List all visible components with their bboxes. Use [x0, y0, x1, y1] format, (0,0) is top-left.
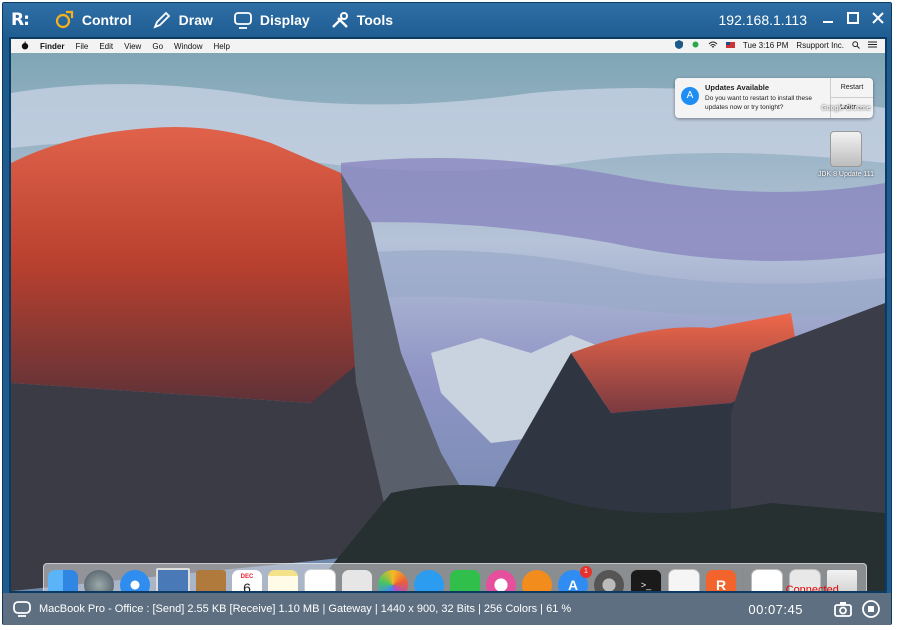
- app-store-dock-icon[interactable]: A 1: [558, 566, 592, 591]
- menu-help[interactable]: Help: [213, 42, 229, 51]
- connection-info: MacBook Pro - Office : [Send] 2.55 KB [R…: [39, 603, 572, 615]
- menubar-status-area: Tue 3:16 PM Rsupport Inc.: [667, 40, 877, 51]
- messages-icon[interactable]: [414, 570, 444, 591]
- minimize-icon[interactable]: [821, 11, 835, 25]
- rsupport-icon[interactable]: R: [706, 570, 736, 591]
- pen-icon: [152, 10, 172, 30]
- remote-screen[interactable]: Finder File Edit View Go Window Help Tue…: [9, 37, 887, 593]
- desktop-icon-label: JDK 8 Update 111: [817, 171, 875, 178]
- menu-file[interactable]: File: [75, 42, 88, 51]
- draw-button[interactable]: Draw: [152, 10, 213, 30]
- gear-green-icon[interactable]: [691, 40, 700, 51]
- calendar-day: 6: [243, 580, 251, 593]
- textedit-icon[interactable]: [668, 569, 700, 591]
- dock-divider: [742, 570, 743, 591]
- notification-buttons: Restart Later ⌄: [830, 78, 873, 118]
- tools-label: Tools: [356, 12, 393, 28]
- mac-dock: DEC 6 A 1 >_ R Connected...: [43, 563, 867, 593]
- display-label: Display: [259, 12, 310, 28]
- dock-badge: 1: [580, 566, 592, 578]
- close-icon[interactable]: [871, 11, 885, 25]
- mac-clock[interactable]: Tue 3:16 PM: [743, 41, 789, 50]
- display-button[interactable]: Display: [233, 10, 310, 30]
- draw-label: Draw: [178, 12, 213, 28]
- remote-viewer-window: R: Control Draw Display Tools 192.168.1.…: [2, 2, 892, 625]
- desktop-icon-google-chrome[interactable]: Google Chrome: [811, 105, 881, 112]
- mac-menubar: Finder File Edit View Go Window Help Tue…: [11, 39, 885, 54]
- notification-message: Do you want to restart to install these …: [705, 95, 812, 111]
- app-logo: R:: [11, 10, 30, 30]
- spotlight-icon[interactable]: [852, 40, 860, 51]
- system-preferences-icon[interactable]: [594, 570, 624, 591]
- session-timer: 00:07:45: [748, 602, 803, 617]
- stop-icon[interactable]: [861, 599, 881, 619]
- calendar-icon[interactable]: DEC 6: [232, 570, 262, 593]
- mail-icon[interactable]: [156, 568, 190, 591]
- maximize-icon[interactable]: [846, 11, 860, 25]
- status-bar: MacBook Pro - Office : [Send] 2.55 KB [R…: [3, 593, 891, 625]
- notes-icon[interactable]: [268, 570, 298, 591]
- menu-go[interactable]: Go: [152, 42, 163, 51]
- notification-title: Updates Available: [705, 83, 770, 92]
- desktop-icon-label: Google Chrome: [821, 105, 871, 112]
- preview-icon[interactable]: [342, 570, 372, 591]
- menu-view[interactable]: View: [124, 42, 141, 51]
- menu-edit[interactable]: Edit: [99, 42, 113, 51]
- facetime-icon[interactable]: [450, 570, 480, 591]
- finder-icon[interactable]: [48, 570, 78, 591]
- toolbar: R: Control Draw Display Tools 192.168.1.…: [3, 3, 891, 37]
- control-icon: [55, 10, 75, 30]
- tools-button[interactable]: Tools: [330, 10, 393, 30]
- itunes-icon[interactable]: [486, 570, 516, 591]
- flag-icon[interactable]: [725, 41, 735, 50]
- desktop-wallpaper: A Updates Available Do you want to resta…: [11, 53, 885, 591]
- notification-center-icon[interactable]: [868, 41, 877, 50]
- mac-user[interactable]: Rsupport Inc.: [796, 41, 844, 50]
- desktop-icon-jdk[interactable]: JDK 8 Update 111: [811, 131, 881, 178]
- tools-icon: [330, 10, 350, 30]
- menu-finder[interactable]: Finder: [40, 42, 64, 51]
- app-store-icon: A: [681, 87, 699, 105]
- disk-image-icon: [830, 131, 862, 167]
- contacts-icon[interactable]: [196, 570, 226, 591]
- apple-icon[interactable]: [21, 41, 29, 52]
- shield-icon[interactable]: [674, 40, 683, 51]
- document-icon[interactable]: [751, 569, 783, 591]
- monitor-icon: [233, 10, 253, 30]
- terminal-icon[interactable]: >_: [630, 569, 662, 591]
- safari-icon[interactable]: [120, 570, 150, 591]
- photos-icon[interactable]: [378, 570, 408, 591]
- control-button[interactable]: Control: [55, 10, 132, 30]
- ibooks-icon[interactable]: [522, 570, 552, 591]
- launchpad-icon[interactable]: [84, 570, 114, 591]
- wifi-icon[interactable]: [708, 41, 718, 51]
- monitor-status-icon: [13, 600, 31, 618]
- menu-window[interactable]: Window: [174, 42, 202, 51]
- restart-button[interactable]: Restart: [831, 78, 873, 98]
- remote-ip: 192.168.1.113: [718, 12, 808, 28]
- control-label: Control: [81, 12, 132, 28]
- camera-icon[interactable]: [833, 599, 853, 619]
- connected-status: Connected...: [785, 584, 848, 593]
- updates-notification[interactable]: A Updates Available Do you want to resta…: [675, 78, 873, 118]
- reminders-icon[interactable]: [304, 569, 336, 591]
- el-capitan-wallpaper: [11, 53, 885, 591]
